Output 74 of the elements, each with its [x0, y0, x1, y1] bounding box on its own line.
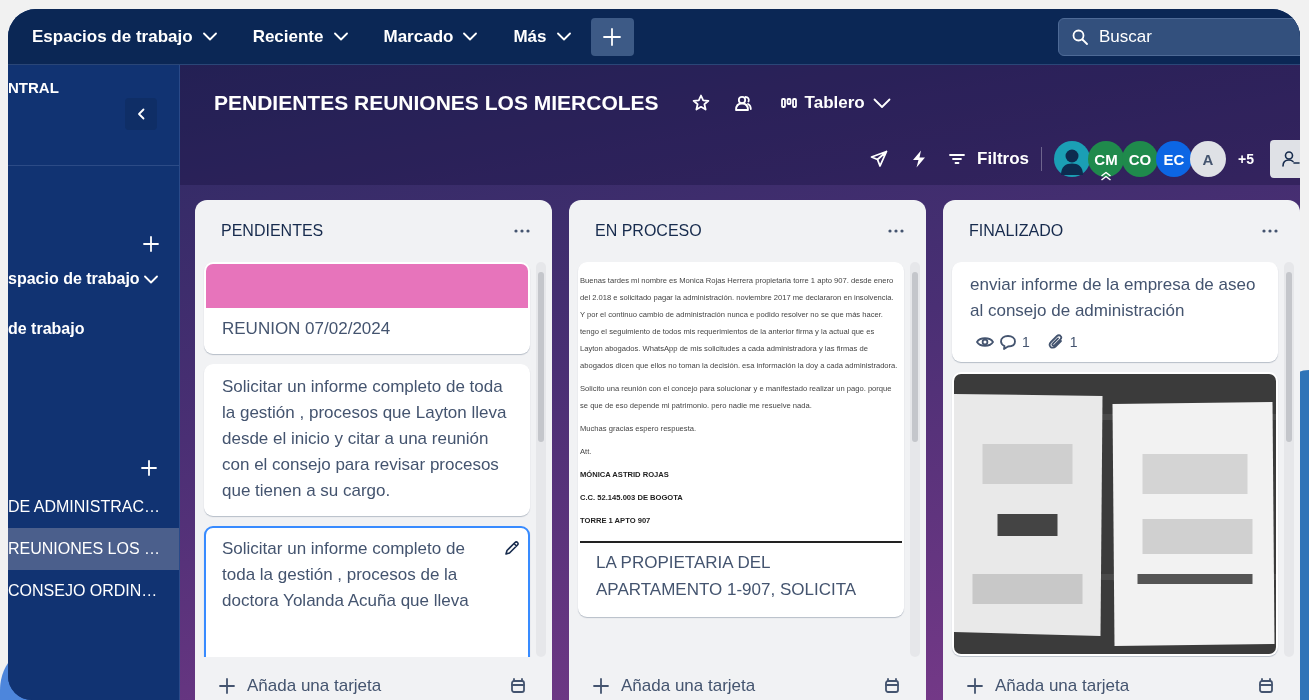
comment-count: 1 [1022, 334, 1030, 350]
board-icon [780, 97, 797, 109]
view-switcher[interactable]: Tablero [780, 93, 891, 113]
nav-menu[interactable]: Reciente [244, 20, 356, 53]
template-icon [510, 678, 526, 694]
chevron-left-icon [137, 108, 145, 120]
add-card-button[interactable]: Añada una tarjeta [967, 676, 1130, 696]
nav-menu[interactable]: Más [505, 20, 579, 53]
chevron-down-icon [556, 32, 571, 41]
plus-icon [603, 27, 621, 46]
nav-menu[interactable]: Marcado [375, 20, 486, 53]
member-avatar[interactable]: EC [1156, 141, 1193, 177]
add-button[interactable] [141, 234, 161, 254]
attachment-count: 1 [1069, 334, 1078, 350]
list-title: FINALIZADO [969, 222, 1064, 240]
chevron-down-icon [143, 274, 158, 284]
comment-icon [1000, 334, 1016, 350]
scrollbar[interactable] [1284, 262, 1294, 657]
add-card-button[interactable]: Añada una tarjeta [219, 676, 382, 696]
card-title: LA PROPIETARIA DEL APARTAMENTO 1-907, SOLICITA [595, 552, 858, 601]
chevron-down-icon [463, 32, 478, 41]
card[interactable]: Solicitar un informe completo de toda la gestión , procesos de la doctora Yolanda Acuña que lleva [204, 526, 530, 657]
plus-icon [967, 678, 983, 694]
sidebar-item[interactable]: spacio de trabajo [8, 262, 179, 296]
card[interactable] [578, 262, 904, 617]
chevron-down-icon [202, 32, 217, 41]
add-button[interactable] [139, 458, 159, 478]
plus-icon [141, 460, 157, 476]
member-avatar[interactable]: CO [1122, 141, 1159, 177]
list-title: PENDIENTES [221, 222, 324, 240]
more-icon [514, 229, 530, 233]
lightning-icon [912, 150, 927, 168]
card[interactable]: REUNION 07/02/2024 [204, 262, 530, 354]
plus-icon [143, 236, 159, 252]
create-button[interactable] [590, 17, 634, 56]
scrollbar[interactable] [910, 262, 920, 657]
template-icon [884, 678, 900, 694]
chevron-down-icon [872, 97, 891, 109]
member-avatar[interactable] [1054, 141, 1091, 177]
plus-icon [219, 678, 235, 694]
star-icon [691, 94, 710, 112]
paper-plane-icon [870, 150, 889, 168]
card-title: REUNION 07/02/2024 [221, 318, 392, 340]
more-icon [888, 229, 904, 233]
paperclip-icon [1047, 334, 1064, 350]
board-item[interactable]: DE ADMINISTRAC… [8, 486, 179, 528]
more-members-button[interactable]: +5 [1238, 151, 1254, 167]
nav-menu[interactable]: Espacios de trabajo [24, 20, 225, 53]
chevron-down-icon [333, 32, 348, 41]
card[interactable]: Solicitar un informe completo de toda la gestión , procesos que Layton lleva desde el inicio y citar a una reunión con el consejo para revisar procesos que tienen a su cargo. [204, 364, 530, 516]
workspace-title: NTRAL [8, 79, 59, 96]
person-icon [1059, 147, 1086, 175]
pencil-icon[interactable] [504, 540, 520, 556]
card-title: Solicitar un informe completo de toda la gestión , procesos de la doctora Yolanda Acuña que lleva [221, 538, 470, 612]
sidebar-item[interactable]: de trabajo [8, 312, 179, 346]
filter-icon [949, 153, 966, 165]
board-title: PENDIENTES REUNIONES LOS MIERCOLES [214, 91, 659, 115]
collapse-button[interactable] [125, 98, 157, 130]
list-title: EN PROCESO [595, 222, 702, 240]
board-item[interactable]: REUNIONES LOS … [8, 528, 179, 570]
card-title: enviar informe de la empresa de aseo al consejo de administración [969, 274, 1257, 322]
filter-button[interactable]: Filtros [949, 149, 1030, 169]
people-icon [733, 94, 752, 112]
card[interactable]: enviar informe de la empresa de aseo al consejo de administración 1 1 [952, 262, 1278, 362]
member-avatar[interactable]: A [1190, 141, 1227, 177]
board-item[interactable]: CONSEJO ORDIN… [8, 570, 179, 612]
scrollbar[interactable] [536, 262, 546, 657]
person-plus-icon [1282, 150, 1300, 168]
more-icon [1262, 229, 1278, 233]
search-icon [1072, 28, 1088, 45]
template-icon [1258, 678, 1274, 694]
add-card-button[interactable]: Añada una tarjeta [593, 676, 756, 696]
search-field[interactable]: Buscar [1058, 17, 1300, 56]
plus-icon [593, 678, 609, 694]
